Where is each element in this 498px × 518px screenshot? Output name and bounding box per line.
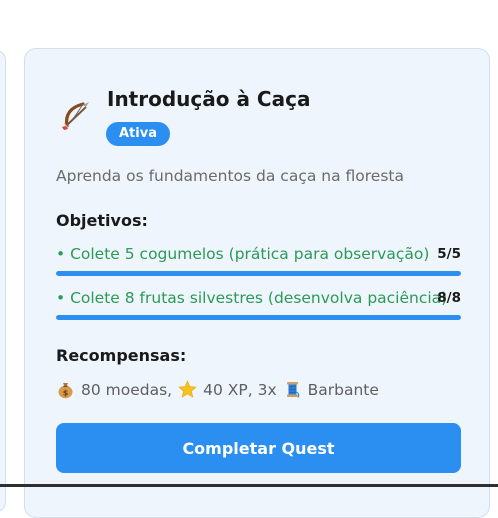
reward-text: 80 moedas,	[81, 380, 173, 399]
previous-quest-card-edge	[0, 50, 6, 512]
objective-progress-fill	[56, 271, 461, 276]
objective-progress-fill	[56, 315, 461, 320]
objective-progress-bar	[56, 271, 461, 276]
reward-item: $ 80 moedas,	[56, 380, 178, 399]
reward-text: Barbante	[307, 380, 379, 399]
objective-item: • Colete 5 cogumelos (prática para obser…	[56, 245, 461, 276]
reward-text: 40 XP, 3x	[203, 380, 277, 399]
quest-description: Aprenda os fundamentos da caça na flores…	[56, 167, 404, 185]
rewards-heading: Recompensas:	[56, 346, 187, 365]
rewards-list: $ 80 moedas, 40 XP, 3x Barbante	[56, 380, 379, 399]
objective-count: 8/8	[437, 290, 461, 306]
objective-progress-bar	[56, 315, 461, 320]
status-badge: Ativa	[106, 122, 170, 146]
star-icon	[178, 380, 197, 399]
reward-item: 40 XP, 3x	[178, 380, 283, 399]
objective-text: • Colete 5 cogumelos (prática para obser…	[56, 245, 430, 263]
objective-item: • Colete 8 frutas silvestres (desenvolva…	[56, 289, 461, 320]
objective-text: • Colete 8 frutas silvestres (desenvolva…	[56, 289, 448, 307]
bow-and-arrow-icon	[59, 99, 93, 133]
spool-of-thread-icon	[283, 380, 302, 399]
complete-quest-button[interactable]: Completar Quest	[56, 423, 461, 473]
money-bag-icon: $	[56, 380, 75, 399]
svg-text:$: $	[63, 389, 69, 398]
quest-card: Introdução à Caça Ativa Aprenda os funda…	[24, 48, 490, 518]
reward-item: Barbante	[283, 380, 379, 399]
objectives-heading: Objetivos:	[56, 211, 148, 230]
objective-count: 5/5	[437, 246, 461, 262]
quest-title: Introdução à Caça	[107, 87, 311, 111]
